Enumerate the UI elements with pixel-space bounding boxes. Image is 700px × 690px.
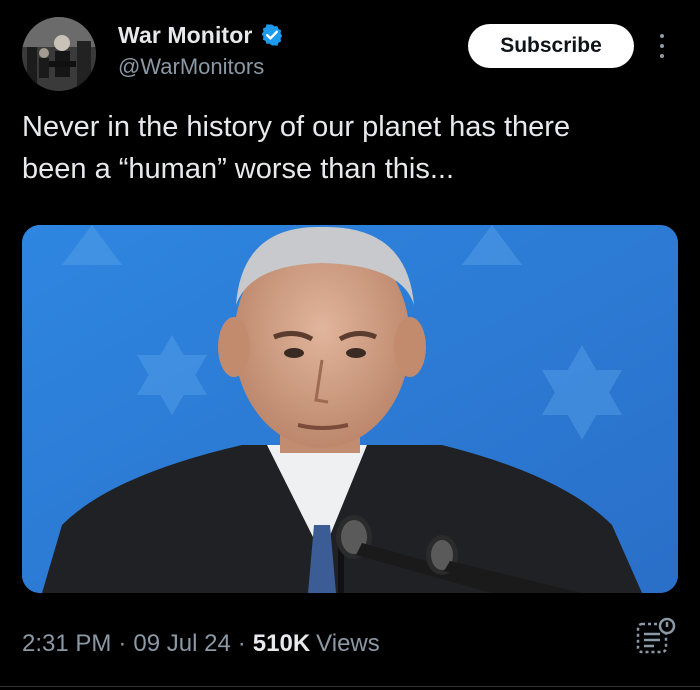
meta-separator: ·	[237, 630, 246, 657]
tweet-time[interactable]: 2:31 PM	[22, 630, 111, 658]
tweet: War Monitor @WarMonitors Subscribe Never…	[0, 0, 700, 690]
author-handle[interactable]: @WarMonitors	[118, 54, 284, 80]
meta-separator: ·	[118, 630, 127, 657]
author-display-name[interactable]: War Monitor	[118, 22, 252, 49]
subscribe-button[interactable]: Subscribe	[468, 24, 634, 68]
author-name-row: War Monitor	[118, 20, 284, 50]
tweet-media-photo[interactable]	[22, 225, 678, 593]
analytics-icon[interactable]	[634, 616, 678, 660]
avatar-image	[22, 17, 96, 91]
author-avatar[interactable]	[22, 17, 96, 91]
tweet-text: Never in the history of our planet has t…	[22, 111, 571, 185]
author-info: War Monitor @WarMonitors	[118, 20, 284, 80]
verified-badge-icon	[260, 23, 284, 47]
divider	[0, 686, 700, 687]
views-count: 510K	[252, 630, 311, 657]
tweet-meta: 2:31 PM · 09 Jul 24 · 510K Views	[22, 630, 380, 658]
tweet-date[interactable]: 09 Jul 24	[133, 630, 230, 658]
views-label: Views	[316, 630, 380, 657]
photo-image	[22, 225, 678, 593]
more-vertical-icon[interactable]	[650, 32, 674, 60]
